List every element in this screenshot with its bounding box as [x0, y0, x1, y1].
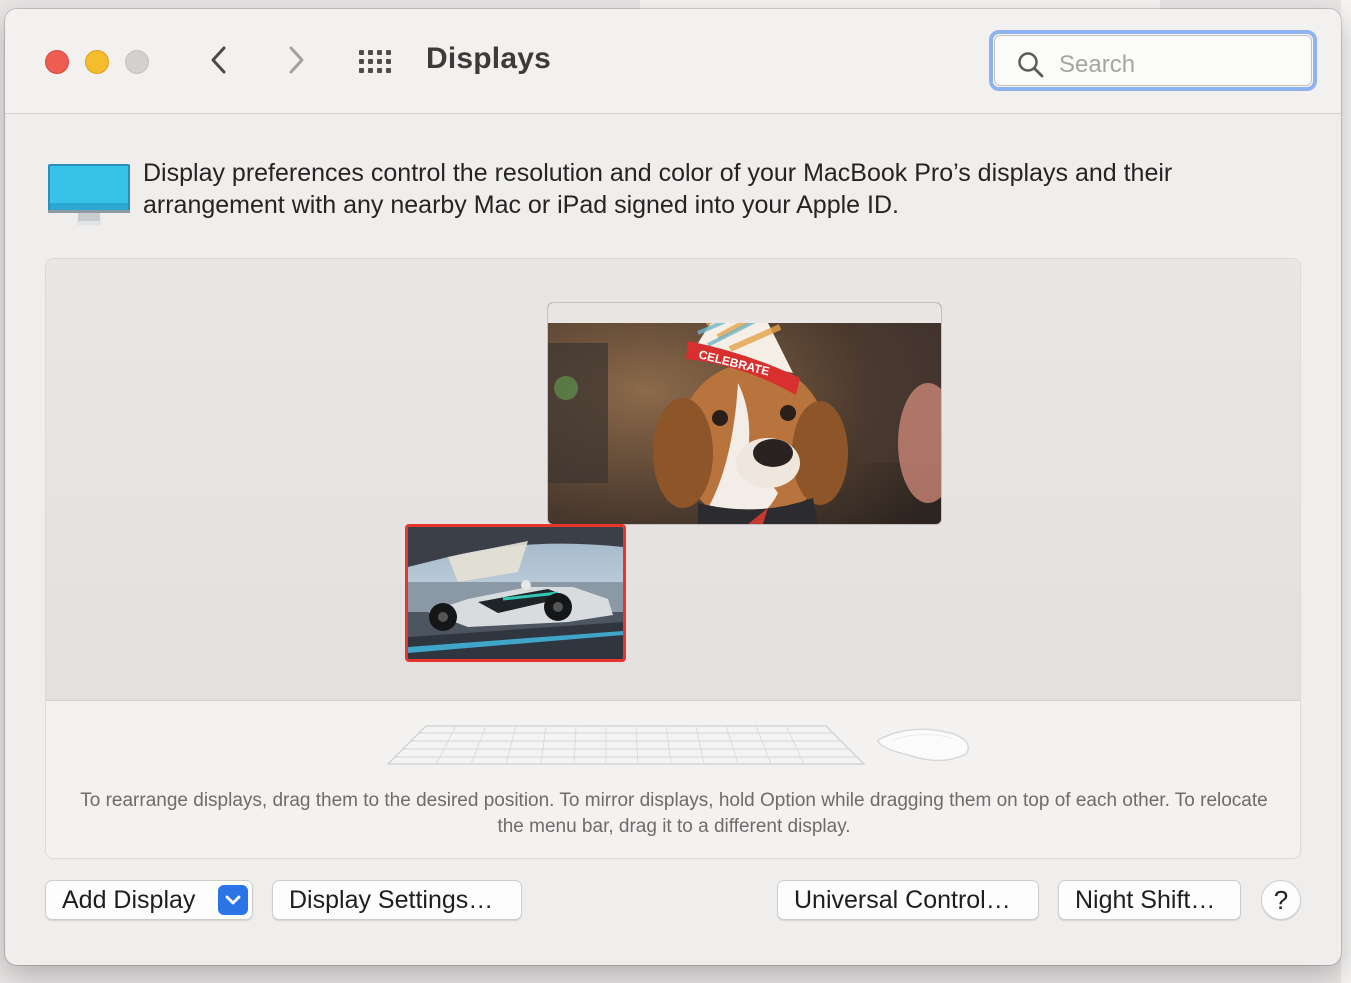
arrangement-hint: To rearrange displays, drag them to the … — [80, 790, 1268, 837]
secondary-display-thumbnail[interactable] — [405, 524, 626, 662]
add-display-label: Add Display — [62, 886, 196, 914]
window-title: Displays — [426, 42, 551, 75]
universal-control-button[interactable]: Universal Control… — [777, 880, 1039, 920]
displays-window: Displays Display preferences control the… — [5, 9, 1341, 965]
chevron-down-icon[interactable] — [218, 885, 248, 915]
secondary-display-wallpaper — [408, 527, 623, 659]
background-window — [640, 0, 1160, 9]
mouse-icon — [877, 728, 969, 762]
main-display-wallpaper: CELEBRATE — [548, 303, 941, 524]
arrangement-canvas[interactable]: CELEBRATE — [46, 259, 1300, 701]
search-icon — [1018, 52, 1044, 78]
night-shift-button[interactable]: Night Shift… — [1058, 880, 1241, 920]
main-display-thumbnail[interactable]: CELEBRATE — [548, 303, 941, 524]
titlebar: Displays — [5, 9, 1341, 114]
grid-icon[interactable] — [357, 47, 397, 77]
add-display-button[interactable]: Add Display — [45, 880, 253, 920]
help-button[interactable]: ? — [1261, 880, 1301, 920]
close-button[interactable] — [45, 50, 69, 74]
zoom-button[interactable] — [125, 50, 149, 74]
display-arrangement: CELEBRATE To rearrange displays, drag th… — [45, 258, 1301, 859]
monitor-icon — [48, 164, 130, 225]
forward-button[interactable] — [280, 45, 310, 75]
minimize-button[interactable] — [85, 50, 109, 74]
display-settings-button[interactable]: Display Settings… — [272, 880, 522, 920]
search-field[interactable] — [989, 30, 1317, 91]
search-input[interactable] — [1057, 46, 1301, 84]
intro-text: Display preferences control the resoluti… — [143, 159, 1173, 219]
background-window-right — [1341, 0, 1351, 983]
keyboard-icon — [386, 725, 866, 765]
menu-bar-handle[interactable] — [548, 303, 941, 323]
search-field-inner — [994, 35, 1312, 86]
back-button[interactable] — [205, 45, 235, 75]
